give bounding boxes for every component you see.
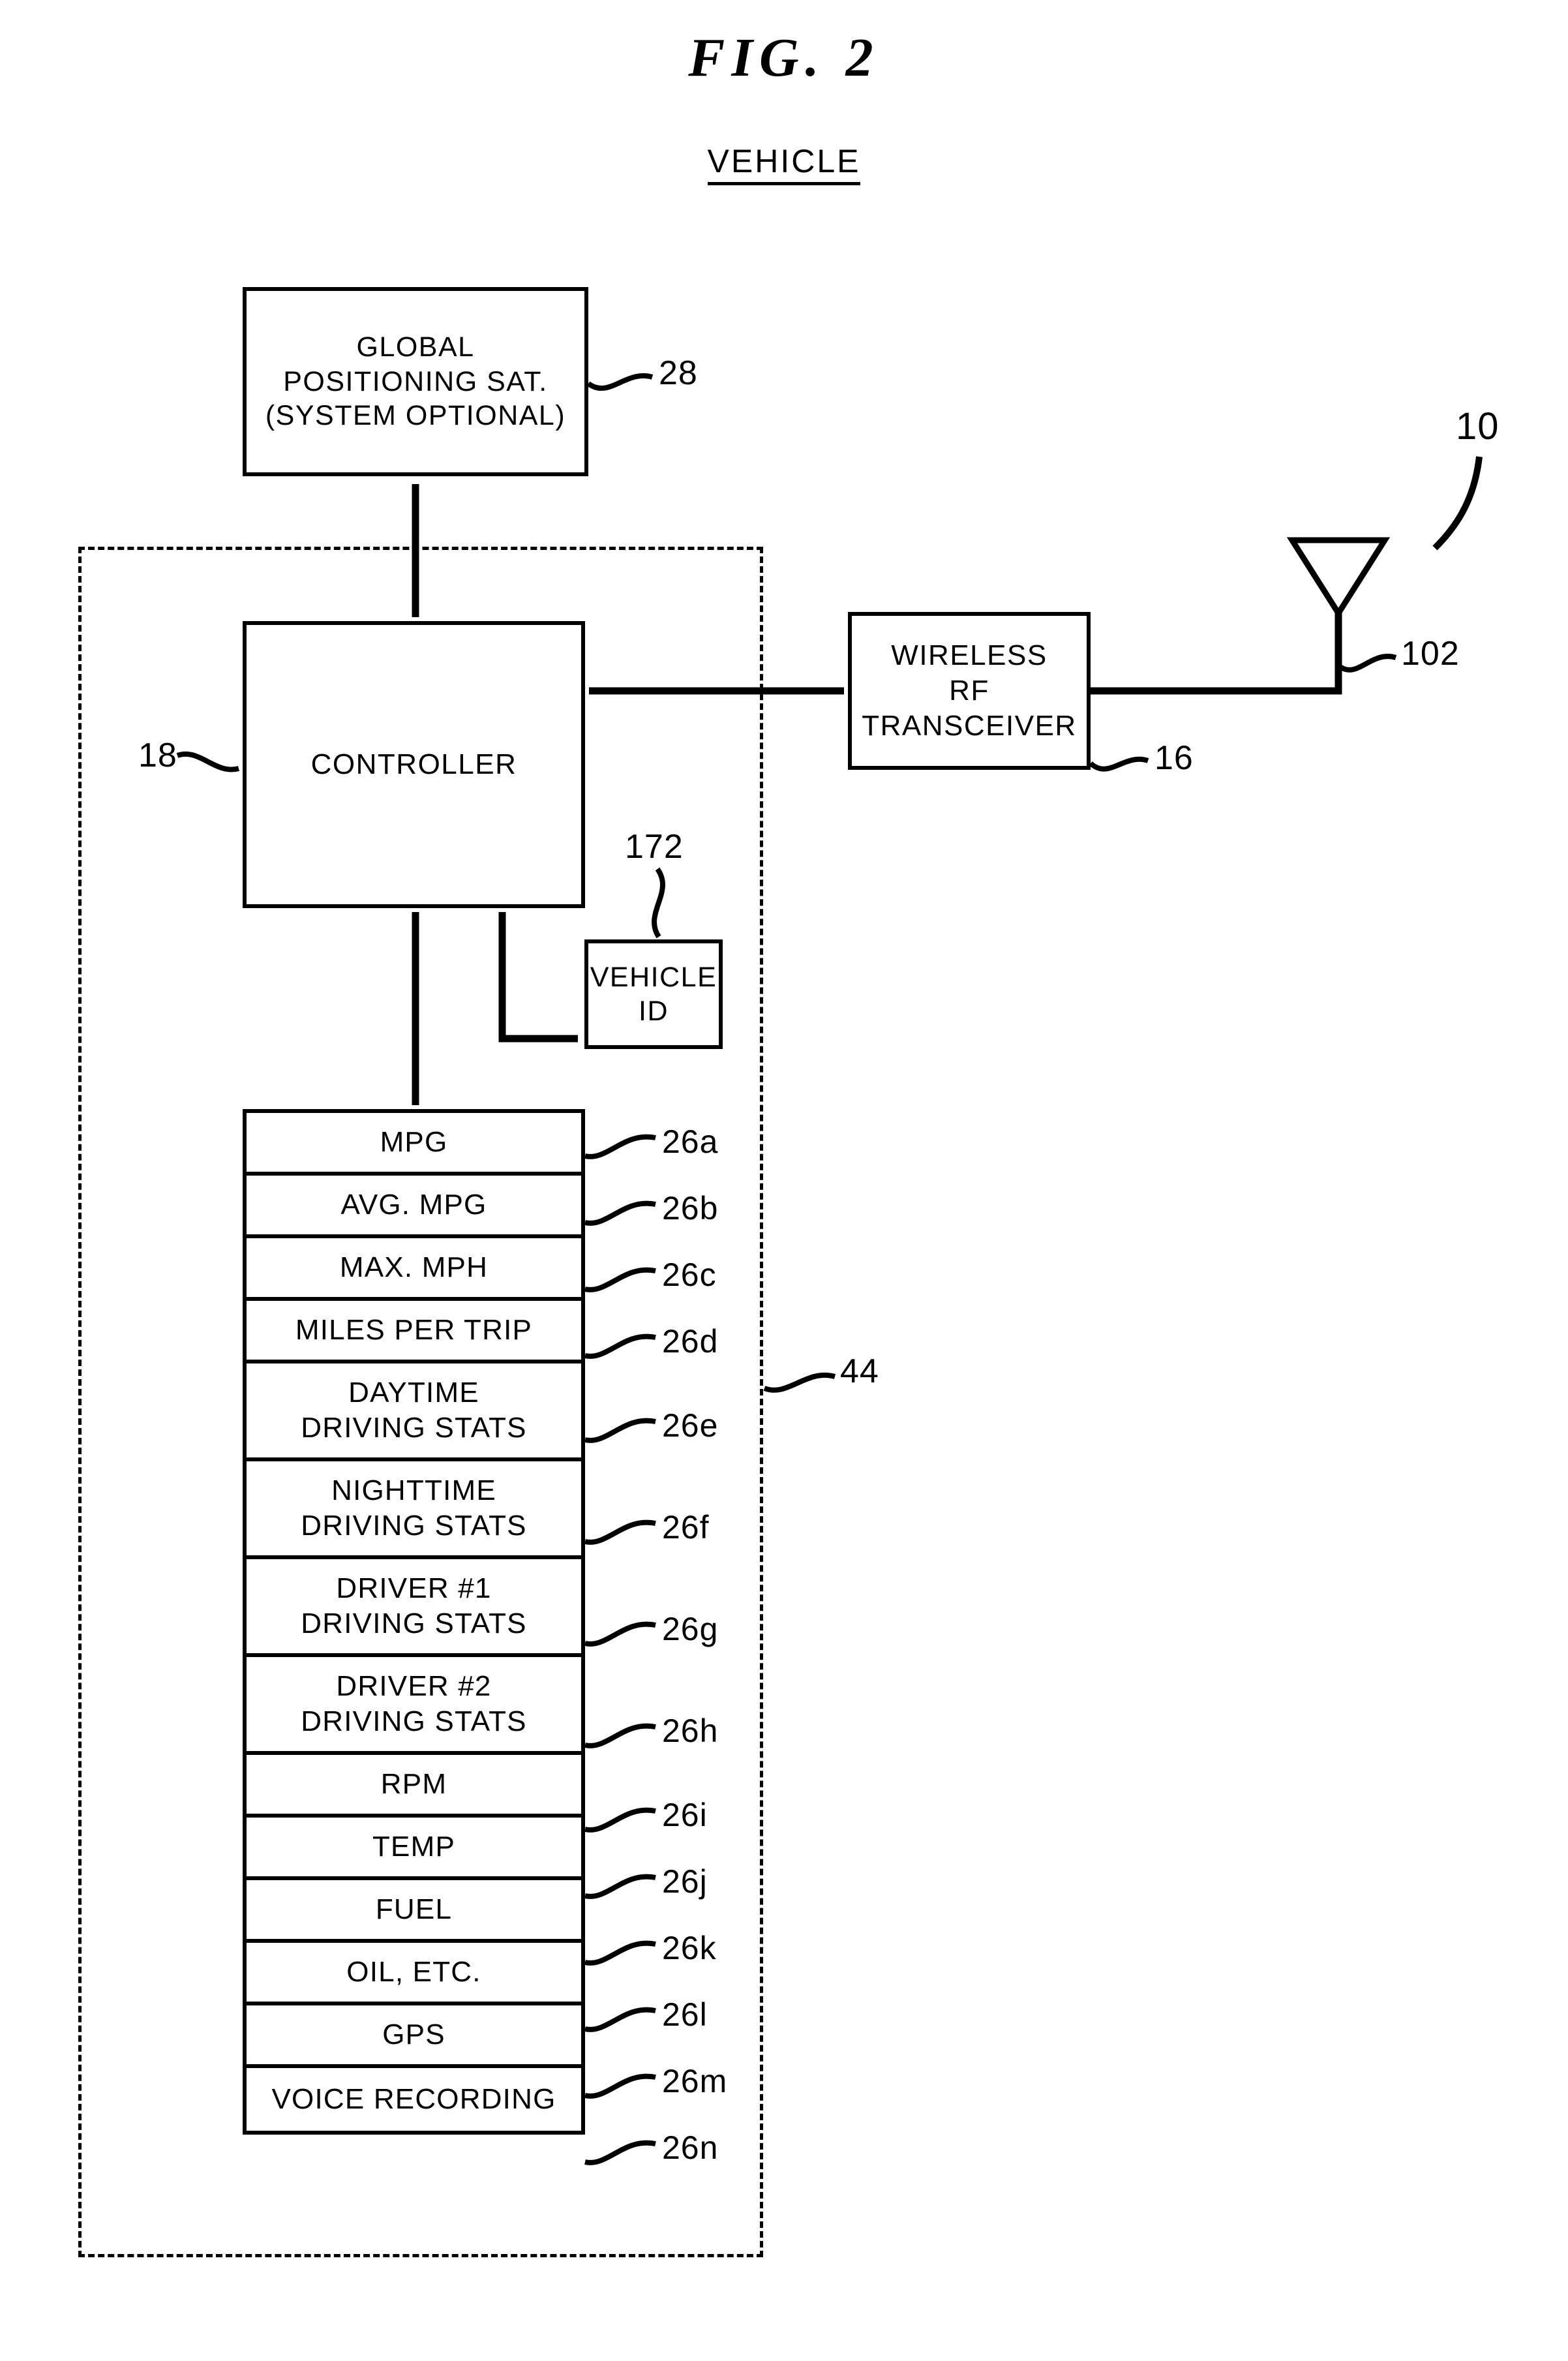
sensor-row-26b: AVG. MPG bbox=[247, 1176, 581, 1238]
ref-numeral-26j: 26j bbox=[662, 1863, 708, 1900]
sensor-row-26i: RPM bbox=[247, 1755, 581, 1818]
sensor-row-26m-line-1: GPS bbox=[382, 2018, 445, 2051]
ref-numeral-102: 102 bbox=[1401, 635, 1460, 673]
sensor-row-26e-line-2: DRIVING STATS bbox=[301, 1412, 527, 1444]
ref-numeral-26c: 26c bbox=[662, 1257, 717, 1293]
controller-label: CONTROLLER bbox=[310, 748, 517, 781]
sensor-row-26f-line-2: DRIVING STATS bbox=[301, 1510, 527, 1542]
ref-numeral-26l: 26l bbox=[662, 1996, 708, 2033]
gps-line-1: GLOBAL bbox=[356, 331, 475, 363]
ref-numeral-10: 10 bbox=[1456, 405, 1500, 448]
leader-16 bbox=[1089, 756, 1149, 772]
wireless-rf-transceiver-block: WIRELESS RF TRANSCEIVER bbox=[848, 612, 1091, 770]
sensor-row-26m: GPS bbox=[247, 2005, 581, 2068]
transceiver-line-1: WIRELESS bbox=[891, 639, 1048, 672]
ref-numeral-26h: 26h bbox=[662, 1713, 719, 1749]
vehicle-id-line-2: ID bbox=[639, 996, 669, 1027]
sensor-row-26c-line-1: MAX. MPH bbox=[339, 1251, 489, 1284]
ref-numeral-172: 172 bbox=[625, 828, 684, 866]
sensor-row-26h-line-1: DRIVER #2 bbox=[336, 1670, 492, 1703]
gps-line-2: POSITIONING SAT. bbox=[283, 365, 548, 397]
sensor-row-26h: DRIVER #2 DRIVING STATS bbox=[247, 1657, 581, 1755]
sensor-row-26b-line-1: AVG. MPG bbox=[340, 1189, 487, 1221]
sensor-row-26e: DAYTIME DRIVING STATS bbox=[247, 1363, 581, 1461]
figure-subtitle: VEHICLE bbox=[0, 142, 1568, 185]
ref-numeral-26n: 26n bbox=[662, 2129, 719, 2166]
ref-numeral-26d: 26d bbox=[662, 1323, 719, 1360]
ref-numeral-26i: 26i bbox=[662, 1797, 708, 1833]
sensor-row-26d-line-1: MILES PER TRIP bbox=[295, 1314, 533, 1347]
sensor-row-26g-line-1: DRIVER #1 bbox=[336, 1572, 492, 1605]
ref-numeral-26b: 26b bbox=[662, 1190, 719, 1226]
sensor-row-26h-line-2: DRIVING STATS bbox=[301, 1705, 527, 1737]
sensor-row-26f: NIGHTTIME DRIVING STATS bbox=[247, 1461, 581, 1559]
sensor-row-26g: DRIVER #1 DRIVING STATS bbox=[247, 1559, 581, 1657]
sensor-row-26f-line-1: NIGHTTIME bbox=[331, 1474, 496, 1507]
ref-numeral-26k: 26k bbox=[662, 1930, 717, 1966]
sensor-row-26a: MPG bbox=[247, 1113, 581, 1176]
sensor-row-26k-line-1: FUEL bbox=[375, 1893, 453, 1926]
ref-numeral-26a: 26a bbox=[662, 1123, 719, 1160]
leader-44 bbox=[763, 1373, 836, 1393]
sensor-row-26l: OIL, ETC. bbox=[247, 1943, 581, 2005]
sensor-row-26c: MAX. MPH bbox=[247, 1238, 581, 1301]
ref-numeral-26g: 26g bbox=[662, 1611, 719, 1647]
sensor-row-26a-line-1: MPG bbox=[380, 1126, 448, 1159]
patent-figure-page: FIG. 2 VEHICLE GLOBAL POSITIONING SAT. (… bbox=[0, 0, 1568, 2361]
sensor-row-26i-line-1: RPM bbox=[380, 1768, 447, 1801]
figure-subtitle-text: VEHICLE bbox=[707, 143, 861, 185]
antenna-icon bbox=[1286, 537, 1391, 693]
gps-line-3: (SYSTEM OPTIONAL) bbox=[265, 400, 566, 432]
vehicle-id-line-1: VEHICLE bbox=[590, 961, 717, 993]
ref-numeral-18: 18 bbox=[138, 737, 177, 774]
sensor-row-26j-line-1: TEMP bbox=[372, 1831, 456, 1863]
ref-numeral-26e: 26e bbox=[662, 1407, 719, 1444]
ref-numeral-26f: 26f bbox=[662, 1509, 710, 1546]
sensor-row-26l-line-1: OIL, ETC. bbox=[346, 1956, 481, 1988]
ref-numeral-44: 44 bbox=[840, 1352, 879, 1390]
ref-numeral-26m: 26m bbox=[662, 2063, 728, 2099]
transceiver-line-3: TRANSCEIVER bbox=[862, 709, 1077, 742]
transceiver-line-2: RF bbox=[949, 675, 989, 707]
ref-numeral-16: 16 bbox=[1154, 739, 1194, 777]
antenna-feed-line bbox=[1091, 652, 1342, 695]
sensor-row-26e-line-1: DAYTIME bbox=[348, 1377, 479, 1409]
sensor-row-26k: FUEL bbox=[247, 1880, 581, 1943]
sensor-data-stack: MPG AVG. MPG MAX. MPH MILES PER TRIP DAYTIME… bbox=[243, 1109, 585, 2135]
sensor-row-26d: MILES PER TRIP bbox=[247, 1301, 581, 1363]
sensor-row-26j: TEMP bbox=[247, 1818, 581, 1880]
controller-block: CONTROLLER bbox=[243, 621, 585, 908]
leader-102 bbox=[1336, 654, 1397, 673]
sensor-row-26n-line-1: VOICE RECORDING bbox=[271, 2083, 556, 2116]
global-positioning-sat-block: GLOBAL POSITIONING SAT. (SYSTEM OPTIONAL… bbox=[243, 287, 588, 476]
sensor-row-26g-line-2: DRIVING STATS bbox=[301, 1607, 527, 1639]
ref-numeral-28: 28 bbox=[659, 354, 698, 392]
leader-28 bbox=[586, 373, 654, 391]
sensor-row-26n: VOICE RECORDING bbox=[247, 2068, 581, 2131]
page-title: FIG. 2 bbox=[688, 27, 880, 88]
system-ref-arrow-10 bbox=[1432, 456, 1483, 551]
vehicle-id-block: VEHICLE ID bbox=[584, 939, 723, 1049]
